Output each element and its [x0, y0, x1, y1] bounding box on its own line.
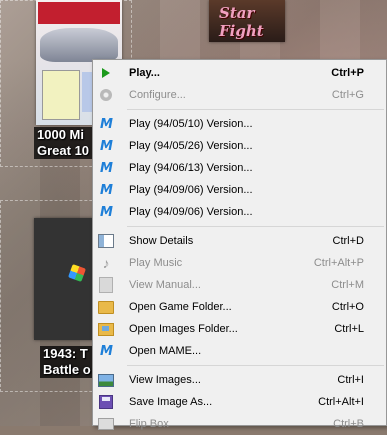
mame-icon: M: [100, 204, 113, 220]
menu-item-shortcut: Ctrl+Alt+P: [313, 257, 364, 269]
menu-item-flip-box[interactable]: Flip Box Ctrl+B: [93, 413, 386, 435]
play-icon: [98, 65, 114, 81]
menu-item-play-version-940526[interactable]: M Play (94/05/26) Version...: [93, 135, 386, 157]
menu-item-label: View Images...: [129, 374, 201, 386]
menu-item-show-details[interactable]: Show Details Ctrl+D: [93, 230, 386, 252]
mame-icon: M: [100, 182, 113, 198]
music-note-icon: ♪: [102, 255, 110, 271]
menu-item-configure[interactable]: Configure... Ctrl+G: [93, 84, 386, 106]
menu-item-label: Play (94/06/13) Version...: [129, 162, 253, 174]
game-title-1943[interactable]: 1943: T Battle o: [40, 346, 100, 378]
menu-separator: [127, 226, 384, 227]
menu-item-label: Open Images Folder...: [129, 323, 238, 335]
menu-item-label: Play (94/09/06) Version...: [129, 206, 253, 218]
menu-item-label: Play Music: [129, 257, 183, 269]
save-icon: [98, 394, 114, 410]
menu-item-open-images-folder[interactable]: Open Images Folder... Ctrl+L: [93, 318, 386, 340]
menu-item-play-version-940906[interactable]: M Play (94/09/06) Version...: [93, 179, 386, 201]
folder-icon: [98, 299, 114, 315]
menu-item-play-music[interactable]: ♪ Play Music Ctrl+Alt+P: [93, 252, 386, 274]
mame-icon: M: [100, 138, 113, 154]
game-title-1000-miglia[interactable]: 1000 Mi Great 10: [34, 127, 100, 159]
manual-icon: [98, 277, 114, 293]
game-title-line1: 1000 Mi: [37, 127, 84, 142]
game-title-line2: Great 10: [37, 143, 90, 158]
menu-item-save-image-as[interactable]: Save Image As... Ctrl+Alt+I: [93, 391, 386, 413]
menu-item-label: Play (94/05/10) Version...: [129, 118, 253, 130]
menu-item-label: Play (94/05/26) Version...: [129, 140, 253, 152]
menu-item-view-images[interactable]: View Images... Ctrl+I: [93, 369, 386, 391]
menu-item-open-mame[interactable]: M Open MAME...: [93, 340, 386, 362]
menu-item-view-manual[interactable]: View Manual... Ctrl+M: [93, 274, 386, 296]
menu-item-label: Open Game Folder...: [129, 301, 232, 313]
menu-item-label: Save Image As...: [129, 396, 213, 408]
menu-item-shortcut: Ctrl+G: [331, 89, 364, 101]
menu-item-label: Flip Box: [129, 418, 169, 430]
menu-item-open-game-folder[interactable]: Open Game Folder... Ctrl+O: [93, 296, 386, 318]
menu-separator: [127, 365, 384, 366]
view-images-icon: [98, 372, 114, 388]
mame-icon: M: [100, 116, 113, 132]
menu-item-shortcut: Ctrl+O: [331, 301, 364, 313]
menu-item-label: Open MAME...: [129, 345, 202, 357]
menu-item-label: Configure...: [129, 89, 186, 101]
flip-box-icon: [98, 416, 114, 432]
menu-item-shortcut: Ctrl+L: [334, 323, 364, 335]
configure-icon: [98, 87, 114, 103]
context-menu: Play... Ctrl+P Configure... Ctrl+G M Pla…: [92, 59, 387, 430]
menu-item-label: View Manual...: [129, 279, 201, 291]
menu-item-shortcut: Ctrl+D: [332, 235, 364, 247]
game-cover-star-fight[interactable]: Star Fight: [209, 0, 285, 42]
cover-title-band: [38, 2, 120, 24]
details-icon: [98, 233, 114, 249]
game-title-line2: Battle o: [43, 362, 91, 377]
mame-icon: M: [100, 160, 113, 176]
cover-logo: Star Fight: [219, 4, 264, 40]
menu-item-label: Play...: [129, 67, 160, 79]
menu-item-play-version-940906-alt[interactable]: M Play (94/09/06) Version...: [93, 201, 386, 223]
menu-item-play-version-940510[interactable]: M Play (94/05/10) Version...: [93, 113, 386, 135]
menu-item-play[interactable]: Play... Ctrl+P: [93, 62, 386, 84]
menu-separator: [127, 109, 384, 110]
menu-item-play-version-940613[interactable]: M Play (94/06/13) Version...: [93, 157, 386, 179]
menu-item-shortcut: Ctrl+Alt+I: [318, 396, 364, 408]
cover-box-art: [42, 70, 80, 120]
images-folder-icon: [98, 321, 114, 337]
menu-item-label: Play (94/09/06) Version...: [129, 184, 253, 196]
menu-item-shortcut: Ctrl+B: [333, 418, 364, 430]
cover-car-image: [40, 28, 118, 62]
menu-item-shortcut: Ctrl+P: [331, 67, 364, 79]
game-title-line1: 1943: T: [43, 346, 88, 361]
mame-icon: M: [100, 343, 113, 359]
menu-item-label: Show Details: [129, 235, 194, 247]
menu-item-shortcut: Ctrl+I: [337, 374, 364, 386]
menu-item-shortcut: Ctrl+M: [331, 279, 364, 291]
